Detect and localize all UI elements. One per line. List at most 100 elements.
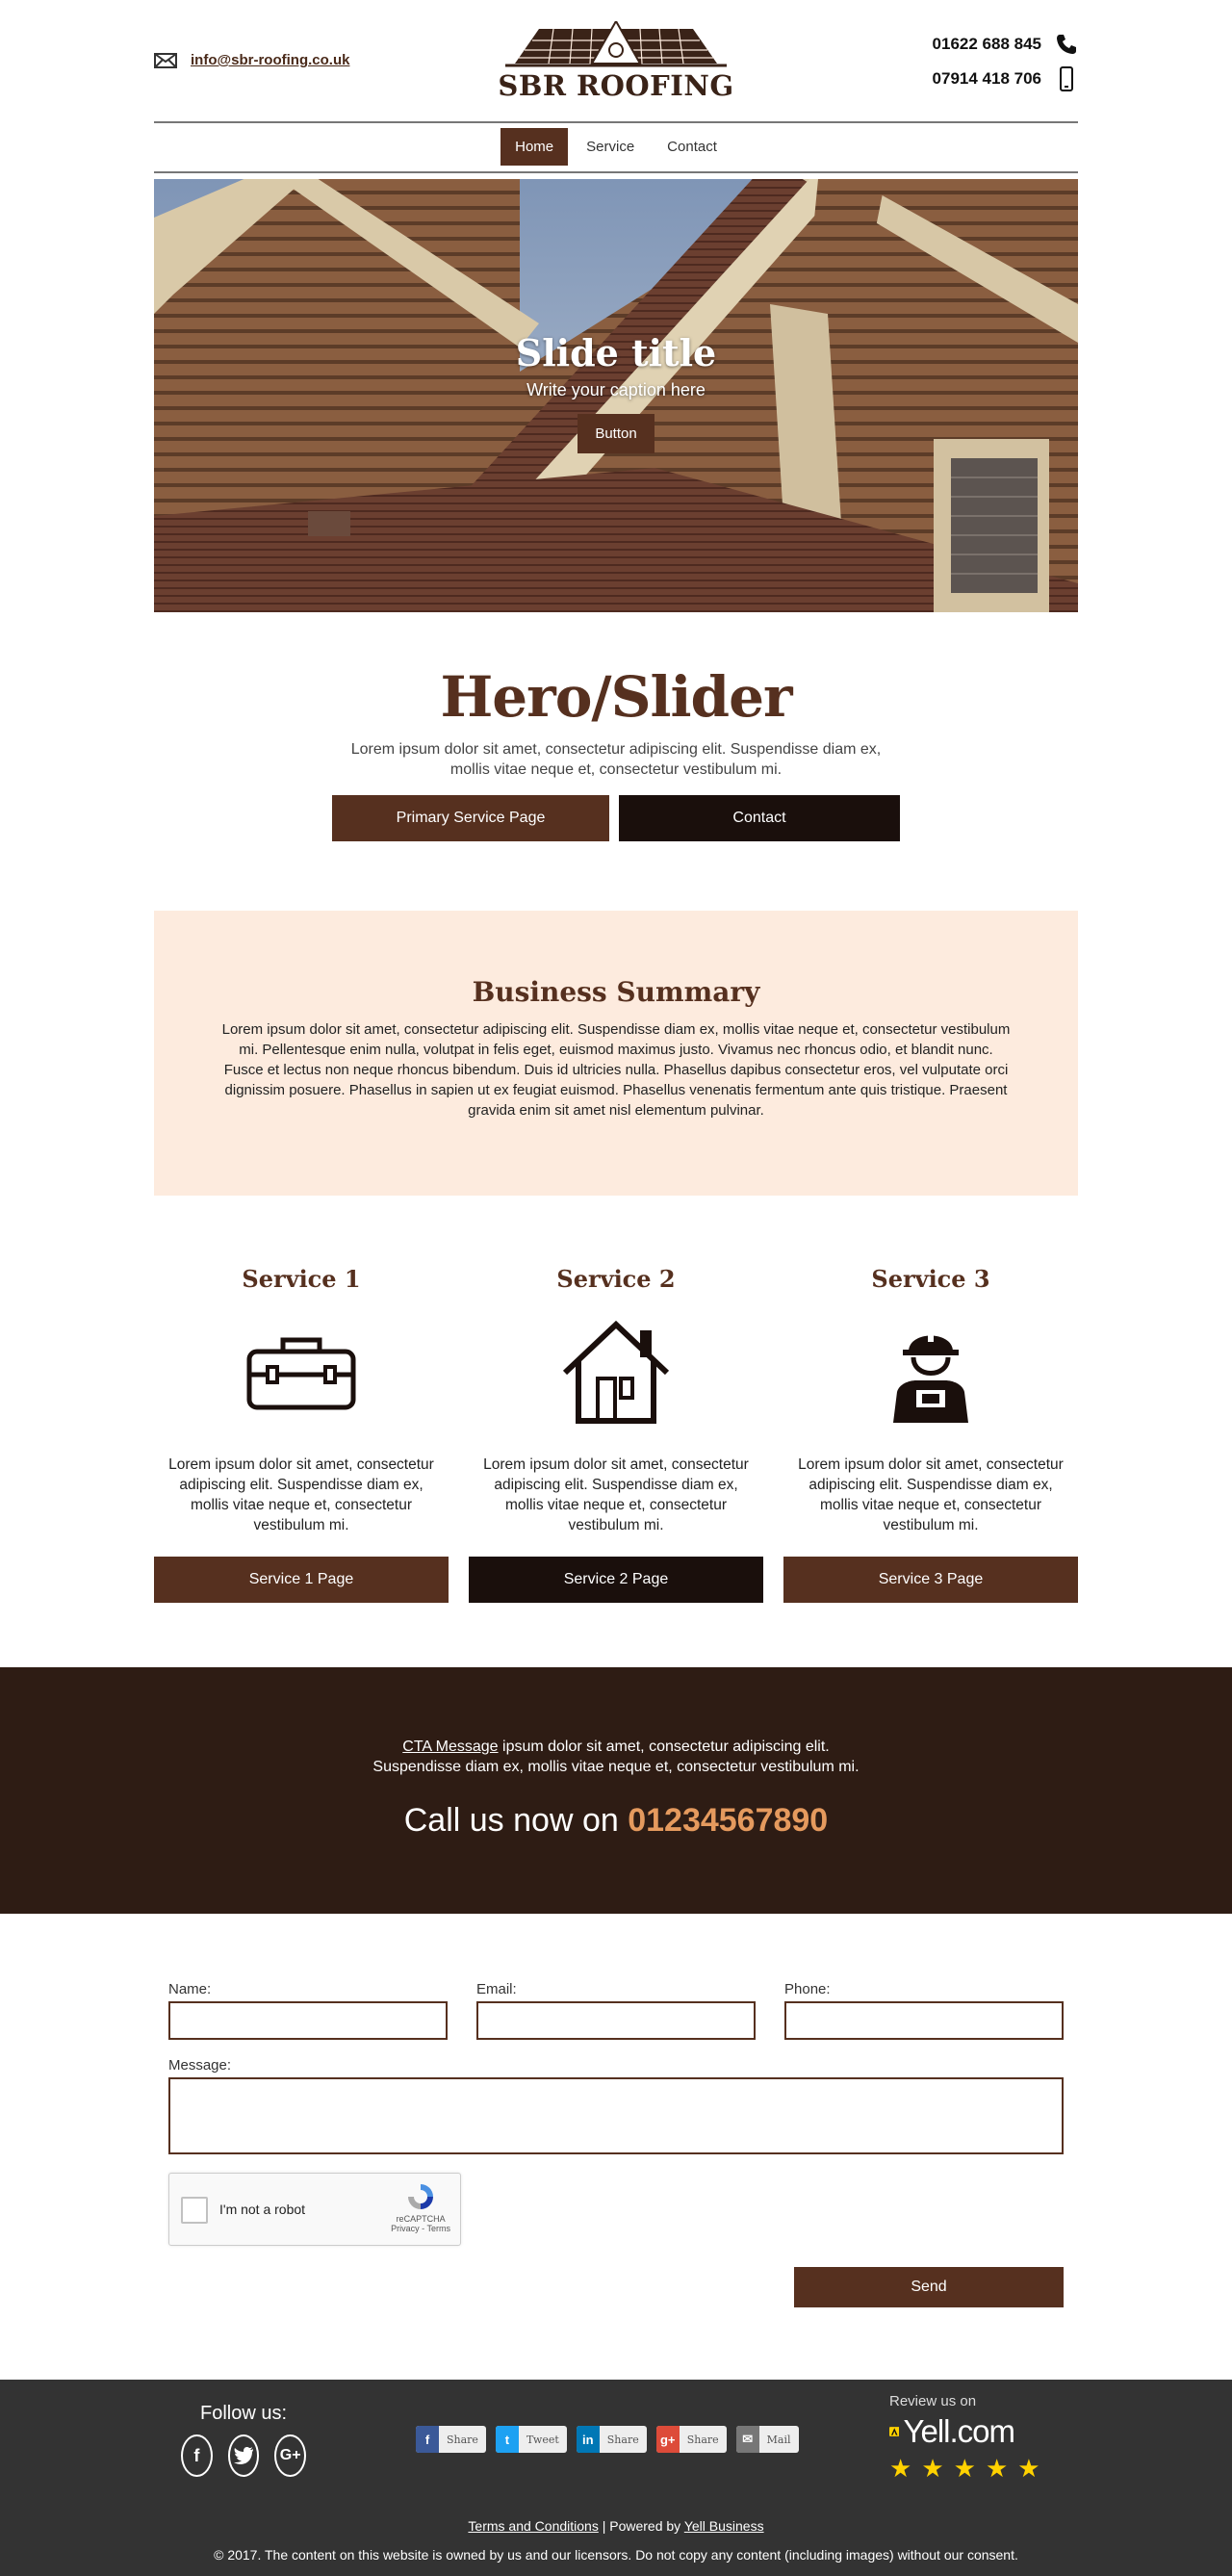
cta-line-2: Suspendisse diam ex, mollis vitae neque …: [372, 1759, 860, 1775]
cta-line-1: ipsum dolor sit amet, consectetur adipis…: [498, 1739, 830, 1755]
envelope-icon: [154, 52, 177, 68]
cta-message: CTA Message ipsum dolor sit amet, consec…: [0, 1737, 1232, 1777]
send-button[interactable]: Send: [794, 2267, 1064, 2307]
name-label: Name:: [168, 1981, 212, 1997]
email-field[interactable]: [476, 2001, 756, 2040]
email-label: Email:: [476, 1981, 517, 1997]
email-contact: info@sbr-roofing.co.uk: [154, 52, 349, 68]
terms-link[interactable]: Terms and Conditions: [468, 2518, 598, 2534]
roof-logo-icon: [505, 18, 727, 67]
email-link[interactable]: info@sbr-roofing.co.uk: [191, 52, 349, 68]
intro-text: Lorem ipsum dolor sit amet, consectetur …: [350, 741, 882, 778]
service-text: Lorem ipsum dolor sit amet, consectetur …: [168, 1456, 434, 1533]
twitter-icon[interactable]: [227, 2434, 260, 2477]
toolbox-icon: [246, 1337, 356, 1410]
message-field[interactable]: [168, 2077, 1064, 2154]
nav-contact[interactable]: Contact: [653, 128, 732, 166]
rating-stars: ★ ★ ★ ★ ★: [889, 2454, 1040, 2484]
star-icon: ★: [1017, 2454, 1040, 2483]
star-icon: ★: [921, 2454, 944, 2483]
phone-icon: [1057, 35, 1076, 54]
summary-text: Lorem ipsum dolor sit amet, consectetur …: [221, 1021, 1011, 1119]
google-plus-icon[interactable]: G+: [274, 2434, 307, 2477]
cta-banner: CTA Message ipsum dolor sit amet, consec…: [0, 1667, 1232, 1914]
primary-service-button[interactable]: Primary Service Page: [332, 795, 609, 841]
recaptcha-brand: reCAPTCHA: [396, 2214, 446, 2224]
recaptcha-icon: [408, 2184, 434, 2209]
worker-icon: [893, 1328, 968, 1423]
google-plus-share-button[interactable]: g+ Share: [655, 2426, 727, 2453]
cta-call: Call us now on 01234567890: [0, 1802, 1232, 1840]
phone-label: Phone:: [784, 1981, 831, 1997]
cta-link[interactable]: CTA Message: [402, 1739, 498, 1755]
cta-call-prefix: Call us now on: [403, 1802, 629, 1839]
twitter-icon: t: [495, 2426, 519, 2453]
service-2-button[interactable]: Service 2 Page: [469, 1557, 763, 1603]
slide-button[interactable]: Button: [578, 414, 654, 453]
main-navigation: Home Service Contact: [154, 121, 1078, 173]
services-section: Service 1 Lorem ipsum dolor sit amet, co…: [154, 1196, 1078, 1667]
powered-prefix: | Powered by: [598, 2518, 684, 2534]
service-card: Service 2 Lorem ipsum dolor sit amet, co…: [469, 1265, 763, 1667]
mail-share-button[interactable]: ✉ Mail: [735, 2426, 799, 2453]
logo-text: SBR ROOFING: [498, 69, 734, 102]
intro-title: Hero/Slider: [440, 664, 792, 730]
footer-links: Terms and Conditions | Powered by Yell B…: [0, 2518, 1232, 2534]
service-card: Service 1 Lorem ipsum dolor sit amet, co…: [154, 1265, 449, 1667]
facebook-icon: f: [416, 2426, 439, 2453]
yell-business-link[interactable]: Yell Business: [684, 2518, 764, 2534]
contact-button[interactable]: Contact: [619, 795, 900, 841]
site-logo[interactable]: SBR ROOFING: [496, 18, 736, 102]
nav-service[interactable]: Service: [572, 128, 649, 166]
cta-phone-number[interactable]: 01234567890: [628, 1802, 828, 1839]
copyright-text: © 2017. The content on this website is o…: [214, 2547, 1018, 2563]
yell-logo-icon: [889, 2427, 900, 2436]
recaptcha-checkbox[interactable]: [181, 2197, 208, 2224]
facebook-icon[interactable]: f: [181, 2434, 213, 2477]
facebook-share-button[interactable]: f Share: [416, 2426, 486, 2453]
yell-text: Yell.com: [903, 2413, 1015, 2449]
site-footer: Follow us: f G+ f Share t Tweet in Share g+…: [0, 2380, 1232, 2576]
landline-number[interactable]: 01622 688 845: [933, 35, 1041, 54]
service-card: Service 3 Lorem ipsum dolor sit amet, co…: [783, 1265, 1078, 1667]
phone-contacts: 01622 688 845 07914 418 706: [905, 27, 1078, 96]
house-icon: [562, 1321, 670, 1424]
service-text: Lorem ipsum dolor sit amet, consectetur …: [483, 1456, 749, 1533]
nav-home[interactable]: Home: [500, 128, 569, 166]
service-1-button[interactable]: Service 1 Page: [154, 1557, 449, 1603]
service-3-button[interactable]: Service 3 Page: [783, 1557, 1078, 1603]
recaptcha-widget: I'm not a robot reCAPTCHA Privacy - Term…: [168, 2173, 461, 2246]
recaptcha-label: I'm not a robot: [219, 2202, 306, 2217]
hero-slider[interactable]: Slide title Write your caption here Butt…: [154, 179, 1078, 612]
page-header: info@sbr-roofing.co.uk SBR ROOFING 01622…: [154, 0, 1078, 1667]
follow-label: Follow us:: [199, 2403, 288, 2424]
name-field[interactable]: [168, 2001, 448, 2040]
service-text: Lorem ipsum dolor sit amet, consectetur …: [798, 1456, 1064, 1533]
follow-us: Follow us: f G+: [181, 2403, 307, 2477]
phone-field[interactable]: [784, 2001, 1064, 2040]
intro-section: Hero/Slider Lorem ipsum dolor sit amet, …: [154, 612, 1078, 911]
star-icon: ★: [953, 2454, 976, 2483]
slide-title: Slide title: [515, 331, 717, 374]
service-title: Service 2: [556, 1265, 676, 1293]
review-label: Review us on: [889, 2393, 977, 2409]
mobile-phone-icon: [1060, 66, 1073, 91]
mobile-number[interactable]: 07914 418 706: [933, 69, 1041, 89]
share-buttons: f Share t Tweet in Share g+ Share ✉ Mail: [416, 2426, 799, 2453]
slide-caption: Write your caption here: [526, 380, 706, 399]
contact-form: Name: Email: Phone: Message: I'm not a r…: [154, 1914, 1078, 2380]
summary-title: Business Summary: [472, 976, 760, 1008]
mail-icon: ✉: [735, 2426, 759, 2453]
star-icon: ★: [985, 2454, 1009, 2483]
business-summary: Business Summary Lorem ipsum dolor sit a…: [154, 911, 1078, 1196]
star-icon: ★: [889, 2454, 912, 2483]
yell-review[interactable]: Review us on Yell.com ★ ★ ★ ★ ★: [889, 2393, 1040, 2484]
linkedin-share-button[interactable]: in Share: [576, 2426, 647, 2453]
message-label: Message:: [168, 2057, 232, 2074]
linkedin-icon: in: [576, 2426, 600, 2453]
twitter-share-button[interactable]: t Tweet: [495, 2426, 567, 2453]
recaptcha-terms[interactable]: Privacy - Terms: [391, 2224, 450, 2233]
service-title: Service 3: [871, 1265, 990, 1293]
google-plus-icon: g+: [655, 2426, 680, 2453]
service-title: Service 1: [242, 1265, 361, 1293]
